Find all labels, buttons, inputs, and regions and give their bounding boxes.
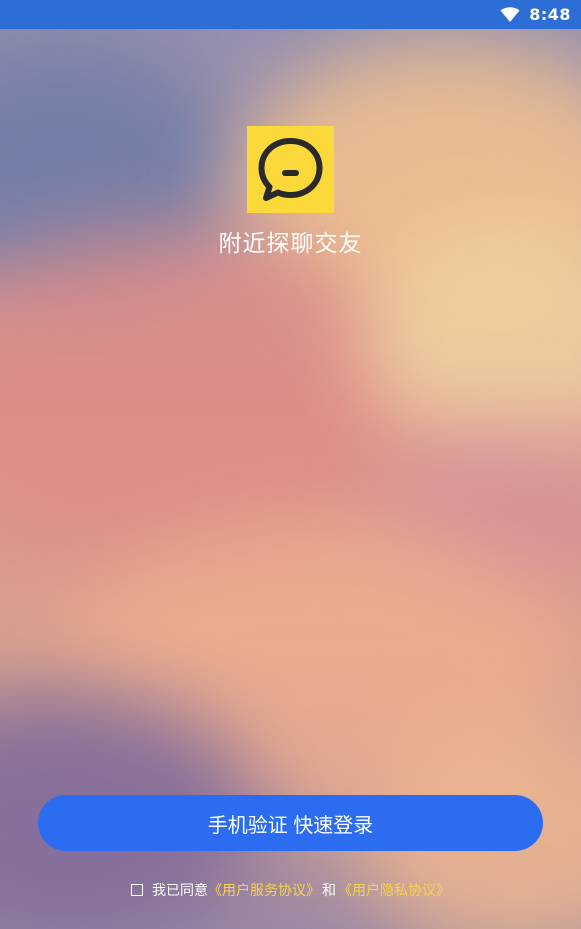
service-agreement-link[interactable]: 《用户服务协议》 [208,880,320,900]
app-name: 附近探聊交友 [218,231,363,257]
privacy-agreement-link[interactable]: 《用户隐私协议》 [338,880,450,900]
phone-login-button[interactable]: 手机验证 快速登录 [38,795,543,851]
app-logo [247,126,334,213]
chat-bubble-icon [258,138,323,201]
agreement-prefix: 我已同意 [152,883,208,899]
agreement-conjunction: 和 [322,883,336,899]
status-bar: 8:48 [0,0,581,29]
agreement-checkbox[interactable] [131,884,143,896]
wifi-icon [500,6,520,22]
agreement-row: 我已同意 《用户服务协议》 和 《用户隐私协议》 [0,880,581,900]
status-time: 8:48 [529,5,571,24]
